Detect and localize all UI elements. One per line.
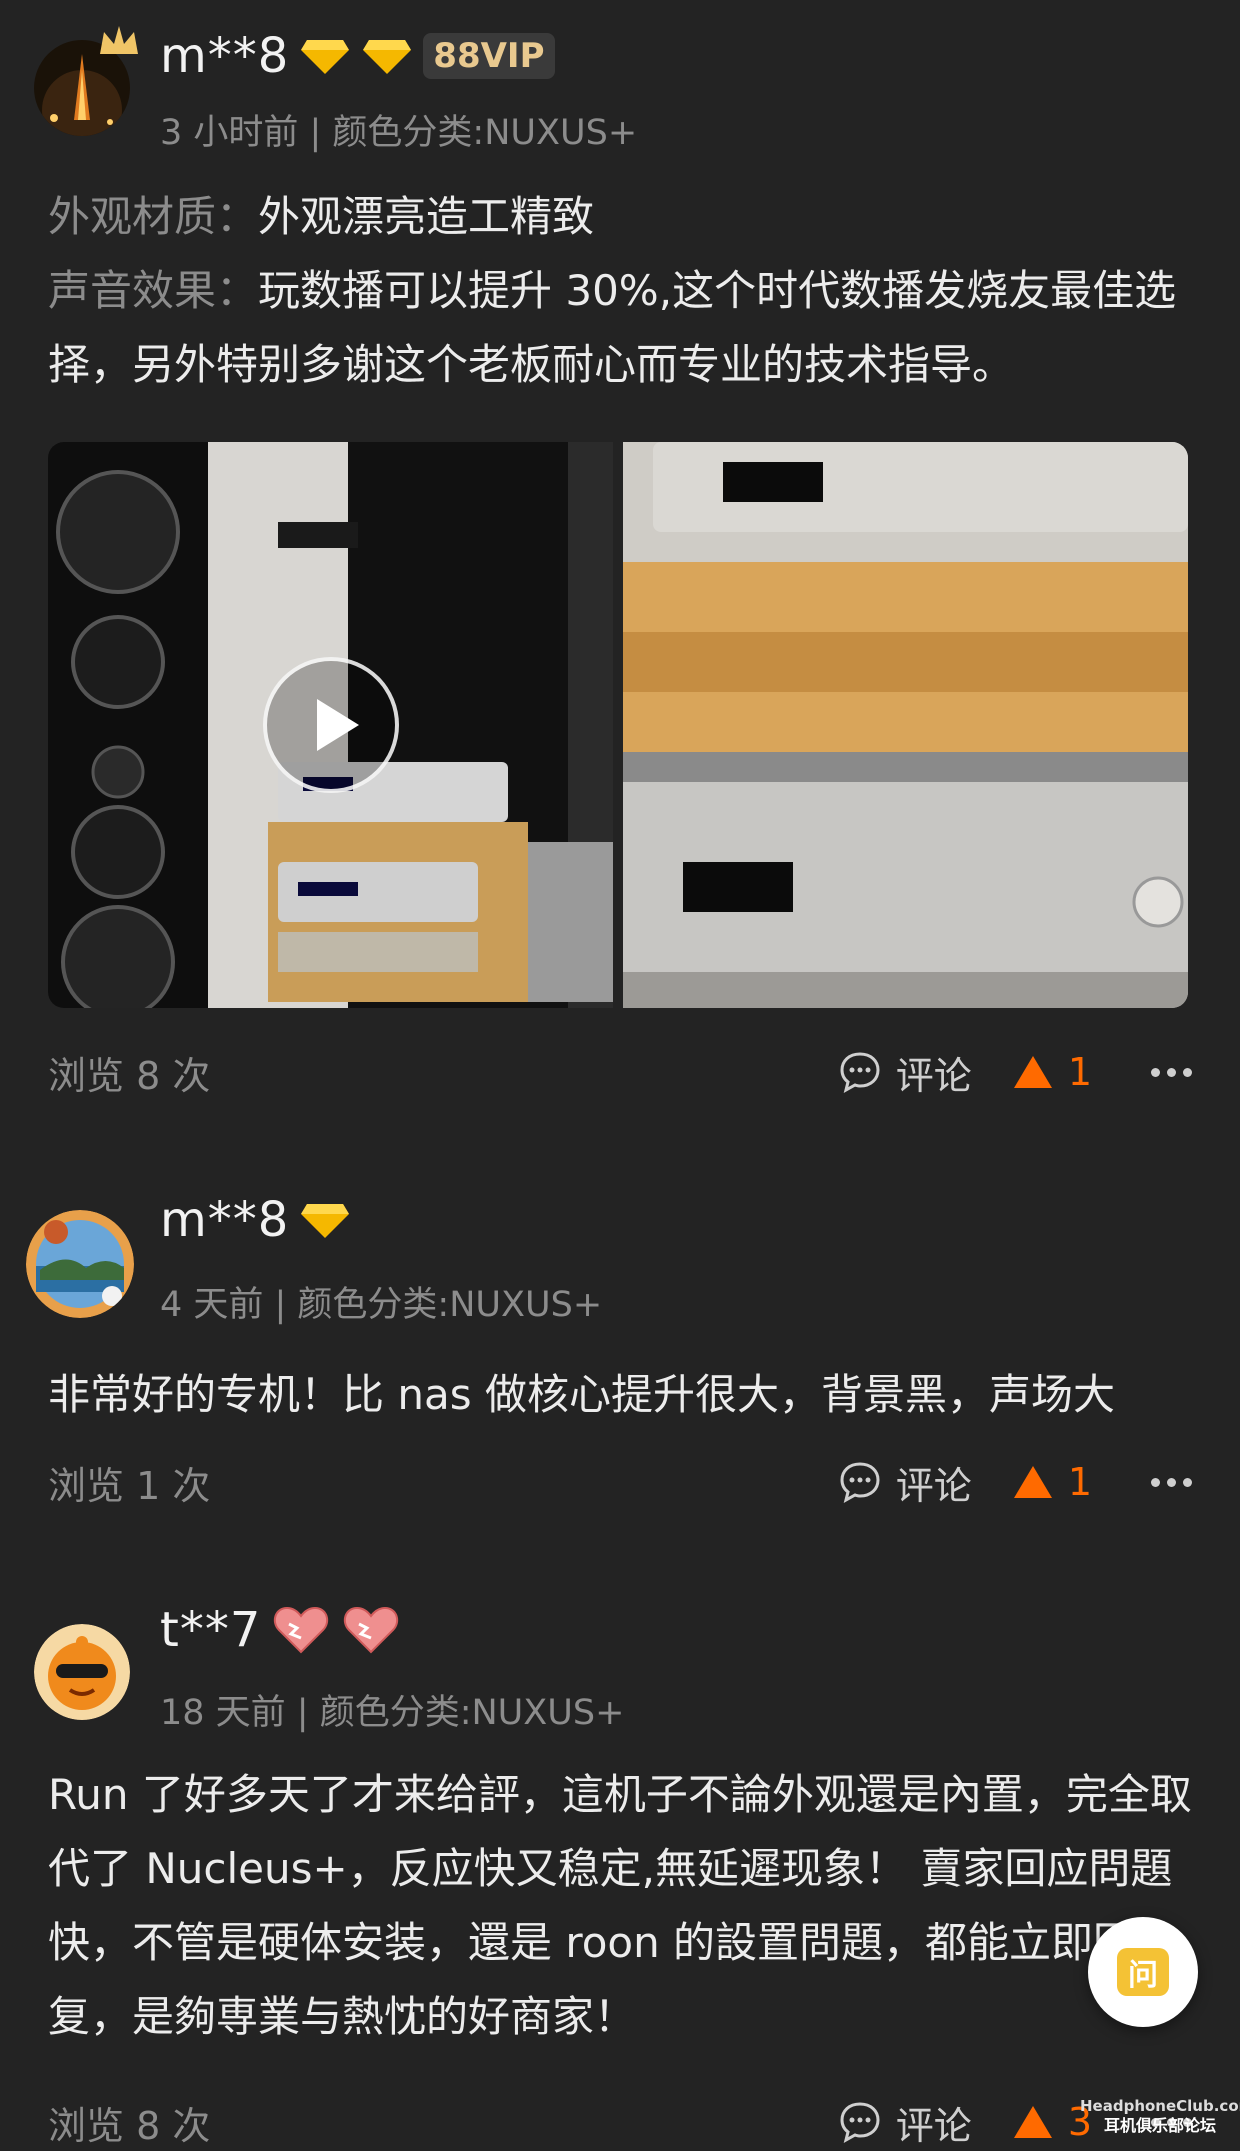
review-text: 外观材质：外观漂亮造工精致 声音效果：玩数播可以提升 30%,这个时代数播发烧友… bbox=[48, 180, 1192, 402]
triangle-up-icon bbox=[1013, 1466, 1052, 1498]
crown-icon bbox=[100, 26, 138, 54]
diamond-icon bbox=[301, 1204, 350, 1238]
sound-label: 声音效果： bbox=[48, 266, 259, 315]
more-options-icon[interactable] bbox=[1132, 1067, 1192, 1077]
review-actions: 浏览 8 次 评论 1 bbox=[48, 1042, 1192, 1102]
comment-icon bbox=[840, 2102, 880, 2143]
like-count: 1 bbox=[1067, 1050, 1092, 1094]
vip-badge: 88VIP bbox=[423, 33, 555, 79]
username[interactable]: m**8 bbox=[160, 1192, 289, 1248]
comment-button[interactable]: 评论 bbox=[838, 1045, 972, 1100]
play-button[interactable] bbox=[263, 657, 399, 793]
appearance-text: 外观漂亮造工精致 bbox=[258, 192, 595, 241]
diamond-icon bbox=[301, 40, 350, 74]
watermark-site: HeadphoneClub.com bbox=[1080, 2097, 1240, 2115]
review-text: 非常好的专机！比 nas 做核心提升很大，背景黑，声场大 bbox=[48, 1370, 1115, 1419]
comment-button[interactable]: 评论 bbox=[838, 1455, 972, 1510]
avatar[interactable] bbox=[26, 1210, 134, 1318]
triangle-up-icon bbox=[1013, 2106, 1052, 2138]
play-icon bbox=[317, 699, 359, 751]
comment-icon bbox=[840, 1052, 880, 1093]
review-actions: 浏览 1 次 评论 1 bbox=[48, 1452, 1192, 1512]
view-count: 浏览 8 次 bbox=[48, 1053, 211, 1098]
watermark-name: 耳机俱乐部论坛 bbox=[1103, 2116, 1216, 2135]
review-meta: 18 天前 | 颜色分类:NUXUS+ bbox=[160, 1693, 625, 1733]
diamond-icon bbox=[363, 40, 412, 74]
comment-label: 评论 bbox=[895, 1053, 972, 1098]
video-thumbnail[interactable] bbox=[48, 442, 613, 1008]
ask-question-button[interactable]: 问 bbox=[1088, 1917, 1198, 2027]
comment-label: 评论 bbox=[895, 2103, 972, 2148]
more-options-icon[interactable] bbox=[1132, 1477, 1192, 1487]
comment-icon bbox=[840, 1462, 880, 1503]
review-actions: 浏览 8 次 评论 3 bbox=[48, 2092, 1192, 2151]
triangle-up-icon bbox=[1013, 1056, 1052, 1088]
review-feed: m**8 88VIP 3 小时前 | 颜色分类:NUXUS+ 外观材质：外观漂亮… bbox=[0, 0, 1240, 2151]
comment-button[interactable]: 评论 bbox=[838, 2095, 972, 2150]
heart-icon bbox=[344, 1606, 399, 1654]
review-media bbox=[48, 442, 1188, 1008]
view-count: 浏览 1 次 bbox=[48, 1463, 211, 1508]
review-meta: 4 天前 | 颜色分类:NUXUS+ bbox=[160, 1285, 603, 1325]
question-icon: 问 bbox=[1117, 1948, 1169, 1996]
review-meta: 3 小时前 | 颜色分类:NUXUS+ bbox=[160, 113, 638, 153]
fab-label: 问 bbox=[1128, 1958, 1158, 1993]
user-line: t**7 bbox=[160, 1602, 401, 1658]
review-photo[interactable] bbox=[623, 442, 1188, 1008]
watermark: HeadphoneClub.com 耳机俱乐部论坛 bbox=[1080, 2096, 1240, 2136]
avatar[interactable] bbox=[34, 1624, 130, 1720]
heart-icon bbox=[274, 1606, 329, 1654]
like-count: 1 bbox=[1067, 1460, 1092, 1504]
user-line: m**8 bbox=[160, 1192, 351, 1248]
username[interactable]: t**7 bbox=[160, 1602, 261, 1658]
comment-label: 评论 bbox=[895, 1463, 972, 1508]
like-button[interactable]: 1 bbox=[1012, 1460, 1092, 1504]
view-count: 浏览 8 次 bbox=[48, 2103, 211, 2148]
user-line: m**8 88VIP bbox=[160, 28, 555, 84]
appearance-label: 外观材质： bbox=[48, 192, 259, 241]
like-button[interactable]: 1 bbox=[1012, 1050, 1092, 1094]
username[interactable]: m**8 bbox=[160, 28, 289, 84]
review-text: Run 了好多天了才来给評，這机子不論外观還是內置，完全取代了 Nucleus+… bbox=[48, 1770, 1192, 2041]
